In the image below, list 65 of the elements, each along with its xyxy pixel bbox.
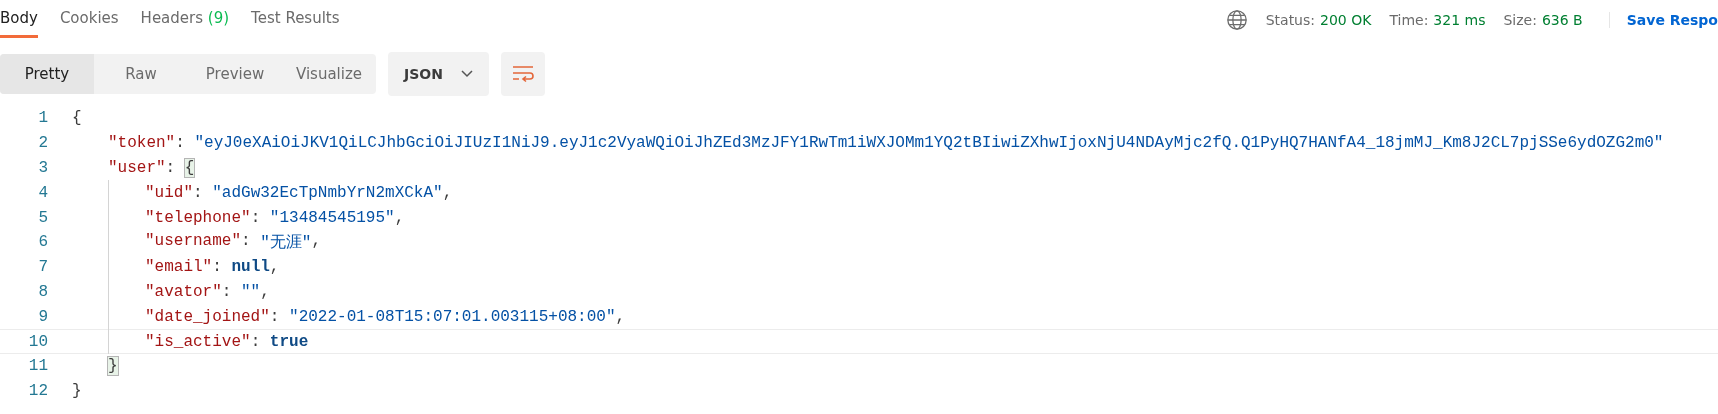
json-punctuation: : [165, 159, 177, 177]
response-stat: Time: 321 ms [1389, 12, 1486, 28]
json-punctuation: : [269, 307, 281, 326]
chevron-down-icon [460, 70, 473, 78]
json-punctuation: , [311, 231, 322, 252]
line-number: 11 [27, 357, 49, 376]
line-number: 2 [37, 134, 49, 153]
json-key: "token" [108, 134, 176, 153]
line-number: 8 [37, 282, 49, 301]
line-number: 3 [37, 159, 49, 177]
line-number: 4 [37, 183, 49, 202]
json-key: "date_joined" [145, 307, 270, 326]
line-number: 7 [37, 258, 49, 277]
tab[interactable]: Headers (9) [140, 2, 230, 38]
json-key: "uid" [145, 183, 193, 202]
json-key: "user" [108, 159, 166, 177]
json-key: "telephone" [145, 208, 251, 227]
save-response-button[interactable]: Save Respo [1608, 12, 1718, 28]
json-punctuation: , [615, 307, 626, 326]
view-mode-tab[interactable]: Pretty [0, 54, 94, 94]
json-punctuation: : [175, 134, 186, 153]
json-punctuation: : [212, 258, 223, 277]
line-number: 9 [37, 307, 49, 326]
json-string: "eyJ0eXAiOiJKV1QiLCJhbGciOiJIUzI1NiJ9.eyJ1c2VyaWQiOiJhZEd3MzJFY1RwTm1iWXJOMm1YQ2tBIiwiZXhwIjoxNjU4NDAyMjc2fQ.Q1PyHQ7HANfA4_18jmMJ_Km8J2CL7pjSSe6ydOZG2m0" [194, 134, 1664, 153]
wrap-lines-button[interactable] [500, 52, 545, 96]
json-string: "13484545195" [269, 208, 395, 227]
json-punctuation: : [193, 183, 204, 202]
line-number: 10 [27, 332, 49, 351]
line-number: 1 [37, 109, 49, 128]
json-punctuation: : [221, 282, 233, 301]
tab[interactable]: Body [0, 2, 38, 38]
view-mode-tab[interactable]: Preview [188, 54, 282, 94]
json-literal: true [269, 332, 309, 351]
view-mode-tab[interactable]: Raw [94, 54, 188, 94]
line-number: 5 [37, 208, 49, 227]
wrap-lines-icon [511, 65, 534, 83]
json-punctuation: , [442, 183, 453, 202]
response-stat: Status: 200 OK [1265, 12, 1372, 28]
json-key: "username" [145, 231, 241, 253]
json-punctuation: : [250, 208, 262, 227]
response-stat: Size: 636 B [1503, 12, 1583, 28]
matched-bracket: } [108, 357, 118, 376]
tab[interactable]: Test Results [251, 2, 340, 38]
json-punctuation: , [269, 258, 280, 277]
matched-bracket: { [184, 159, 195, 177]
tab[interactable]: Cookies [59, 2, 119, 38]
json-punctuation: , [260, 282, 270, 301]
line-number: 6 [37, 233, 49, 252]
json-string: "" [241, 282, 261, 301]
json-string: "2022-01-08T15:07:01.003115+08:00" [289, 307, 616, 326]
json-key: "avator" [145, 282, 222, 301]
json-string: "无涯" [260, 232, 312, 253]
json-punctuation: } [72, 382, 82, 401]
json-key: "is_active" [145, 332, 251, 351]
json-punctuation: : [250, 332, 262, 351]
json-string: "adGw32EcTpNmbYrN2mXCkA" [212, 183, 443, 202]
json-key: "email" [145, 258, 213, 277]
globe-icon[interactable] [1225, 9, 1248, 31]
json-punctuation: , [394, 208, 405, 227]
format-dropdown[interactable]: JSON [388, 52, 489, 96]
json-punctuation: : [241, 231, 252, 252]
json-literal: null [231, 258, 270, 277]
view-mode-tab[interactable]: Visualize [282, 54, 376, 94]
line-number: 12 [27, 382, 49, 401]
json-punctuation: { [72, 109, 82, 128]
